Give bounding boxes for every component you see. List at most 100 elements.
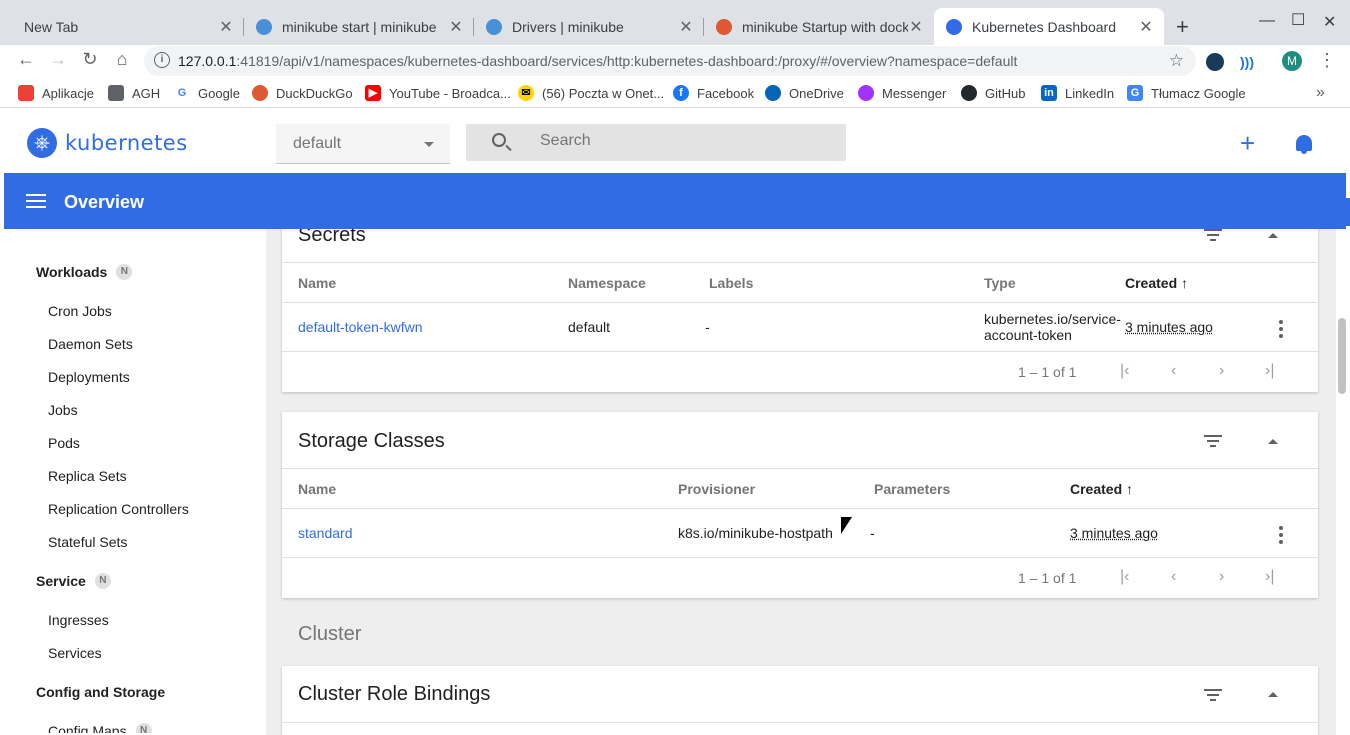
next-page-icon[interactable]: › xyxy=(1219,568,1224,586)
previous-page-icon[interactable]: ‹ xyxy=(1171,568,1176,586)
last-page-icon[interactable]: ›| xyxy=(1265,362,1274,380)
mail-icon: ✉ xyxy=(518,85,534,101)
maximize-icon[interactable]: ☐ xyxy=(1291,10,1305,30)
row-actions-menu-icon[interactable] xyxy=(1279,526,1283,547)
sidebar-item-cron-jobs[interactable]: Cron Jobs xyxy=(48,303,112,319)
browser-tab-new-tab[interactable]: New Tab ✕ xyxy=(12,8,244,45)
bookmark-apps[interactable]: Aplikacje xyxy=(18,85,94,101)
table-header: Name Provisioner Parameters Created ↑ xyxy=(282,468,1318,509)
bookmark-duckduckgo[interactable]: DuckDuckGo xyxy=(252,85,353,101)
sidebar-group-config-and-storage[interactable]: Config and Storage xyxy=(36,684,165,700)
page-scrollbar-thumb[interactable] xyxy=(1338,318,1346,394)
browser-tab-kubernetes-dashboard[interactable]: Kubernetes Dashboard ✕ xyxy=(934,8,1164,45)
sidebar-item-ingresses[interactable]: Ingresses xyxy=(48,612,109,628)
back-arrow-icon[interactable]: ← xyxy=(14,49,38,70)
wireless-extension-icon[interactable]: ))) xyxy=(1238,53,1256,71)
tab-title: Drivers | minikube xyxy=(512,18,624,35)
bookmark-linkedin[interactable]: in LinkedIn xyxy=(1041,85,1114,101)
bookmark-github[interactable]: GitHub xyxy=(961,85,1025,101)
filter-icon[interactable] xyxy=(1204,229,1222,244)
sidebar-item-config-maps[interactable]: Config Maps N xyxy=(48,723,152,733)
column-header-namespace[interactable]: Namespace xyxy=(568,275,646,291)
bookmark-messenger[interactable]: Messenger xyxy=(858,85,946,101)
sort-ascending-icon: ↑ xyxy=(1126,481,1134,497)
close-tab-icon[interactable]: ✕ xyxy=(908,17,924,37)
folder-icon xyxy=(108,85,124,101)
bookmark-poczta-onet[interactable]: ✉ (56) Poczta w Onet... xyxy=(518,85,664,101)
first-page-icon[interactable]: |‹ xyxy=(1120,362,1129,380)
secret-name-link[interactable]: default-token-kwfwn xyxy=(298,319,423,335)
close-tab-icon[interactable]: ✕ xyxy=(218,17,234,37)
storage-classes-card: Storage Classes Name Provisioner Paramet… xyxy=(282,412,1318,598)
new-badge: N xyxy=(94,573,111,589)
mouse-cursor-icon xyxy=(841,517,852,534)
bookmark-facebook[interactable]: f Facebook xyxy=(673,85,754,101)
more-bookmarks-icon[interactable]: » xyxy=(1316,84,1325,102)
minimize-icon[interactable]: — xyxy=(1259,12,1275,30)
column-header-labels[interactable]: Labels xyxy=(709,275,753,291)
kubernetes-logo[interactable]: ⎈ kubernetes xyxy=(27,128,188,158)
bookmark-youtube[interactable]: ▶ YouTube - Broadca... xyxy=(365,85,511,101)
bookmark-onedrive[interactable]: OneDrive xyxy=(765,85,844,101)
sidebar-item-services[interactable]: Services xyxy=(48,645,102,661)
reload-icon[interactable]: ↻ xyxy=(78,49,102,70)
search-box xyxy=(466,124,846,161)
column-header-provisioner[interactable]: Provisioner xyxy=(678,481,755,497)
browser-tab-drivers[interactable]: Drivers | minikube ✕ xyxy=(473,8,704,45)
new-tab-plus-icon[interactable]: + xyxy=(1176,14,1189,40)
sidebar-group-service[interactable]: Service N xyxy=(36,573,111,589)
last-page-icon[interactable]: ›| xyxy=(1265,568,1274,586)
bookmark-star-icon[interactable]: ☆ xyxy=(1169,51,1184,71)
browser-tab-duckduckgo[interactable]: minikube Startup with docker ✕ xyxy=(703,8,934,45)
duckduckgo-icon xyxy=(252,85,268,101)
tab-title: New Tab xyxy=(24,18,79,35)
address-bar[interactable]: i 127.0.0.1:41819/api/v1/namespaces/kube… xyxy=(144,46,1196,76)
bookmark-google[interactable]: G Google xyxy=(174,85,240,101)
site-info-icon[interactable]: i xyxy=(154,52,170,68)
sidebar-item-replication-controllers[interactable]: Replication Controllers xyxy=(48,501,189,517)
close-tab-icon[interactable]: ✕ xyxy=(678,17,694,37)
browser-menu-icon[interactable]: ⋮ xyxy=(1318,50,1336,71)
sidebar-group-workloads[interactable]: Workloads N xyxy=(36,264,133,280)
create-resource-plus-icon[interactable]: + xyxy=(1240,130,1255,156)
close-tab-icon[interactable]: ✕ xyxy=(1138,17,1154,37)
column-header-name[interactable]: Name xyxy=(298,275,336,291)
bookmark-agh[interactable]: AGH xyxy=(108,85,160,101)
collapse-chevron-icon[interactable] xyxy=(1268,692,1278,697)
row-actions-menu-icon[interactable] xyxy=(1279,320,1283,341)
github-icon xyxy=(961,85,977,101)
close-tab-icon[interactable]: ✕ xyxy=(448,17,464,37)
filter-icon[interactable] xyxy=(1204,689,1222,704)
collapse-chevron-icon[interactable] xyxy=(1268,439,1278,444)
column-header-created[interactable]: Created ↑ xyxy=(1125,275,1188,291)
search-input[interactable] xyxy=(540,132,830,150)
hamburger-menu-icon[interactable] xyxy=(26,194,46,208)
column-header-created[interactable]: Created ↑ xyxy=(1070,481,1133,497)
close-window-icon[interactable]: ✕ xyxy=(1323,12,1336,32)
next-page-icon[interactable]: › xyxy=(1219,362,1224,380)
namespace-selector[interactable]: default xyxy=(276,124,450,164)
storage-class-name-link[interactable]: standard xyxy=(298,525,352,541)
first-page-icon[interactable]: |‹ xyxy=(1120,568,1129,586)
column-header-name[interactable]: Name xyxy=(298,481,336,497)
side-panel-handle[interactable] xyxy=(1340,198,1350,226)
extension-icon[interactable] xyxy=(1206,53,1224,71)
browser-tab-minikube-start[interactable]: minikube start | minikube ✕ xyxy=(243,8,474,45)
forward-arrow-icon[interactable]: → xyxy=(46,49,70,70)
previous-page-icon[interactable]: ‹ xyxy=(1171,362,1176,380)
filter-icon[interactable] xyxy=(1204,435,1222,450)
sidebar-item-stateful-sets[interactable]: Stateful Sets xyxy=(48,534,127,550)
sidebar-item-daemon-sets[interactable]: Daemon Sets xyxy=(48,336,133,352)
home-icon[interactable]: ⌂ xyxy=(110,49,134,70)
profile-avatar[interactable]: M xyxy=(1282,51,1302,71)
notifications-bell-icon[interactable] xyxy=(1296,135,1312,154)
url-host: 127.0.0.1 xyxy=(178,53,237,69)
sidebar-item-deployments[interactable]: Deployments xyxy=(48,369,130,385)
collapse-chevron-icon[interactable] xyxy=(1268,233,1278,238)
sidebar-item-replica-sets[interactable]: Replica Sets xyxy=(48,468,127,484)
sidebar-item-jobs[interactable]: Jobs xyxy=(48,402,78,418)
bookmark-translate[interactable]: G Tłumacz Google xyxy=(1127,85,1246,101)
column-header-parameters[interactable]: Parameters xyxy=(874,481,950,497)
sidebar-item-pods[interactable]: Pods xyxy=(48,435,80,451)
column-header-type[interactable]: Type xyxy=(984,275,1016,291)
